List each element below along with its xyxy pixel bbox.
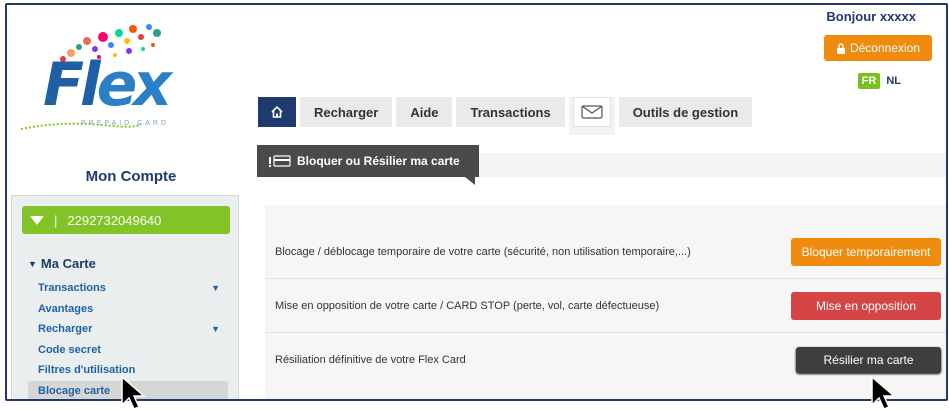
- tab-mail-box: [572, 97, 611, 127]
- sidebar-item-label: Transactions: [38, 282, 106, 295]
- sidebar-item-code-secret[interactable]: Code secret: [38, 340, 228, 361]
- language-switcher: FR NL: [857, 73, 903, 89]
- sidebar-item-label: Recharger: [38, 323, 93, 336]
- main-tabs: Recharger Aide Transactions Outils de ge…: [258, 97, 753, 135]
- content-area: Blocage / déblocage temporaire de votre …: [265, 205, 946, 399]
- row-text: Blocage / déblocage temporaire de votre …: [275, 245, 691, 258]
- row-blocage-temporaire: Blocage / déblocage temporaire de votre …: [265, 225, 946, 279]
- card-selector[interactable]: | 2292732049640: [22, 206, 230, 234]
- page-frame: Flex PREPAID CARD Bonjour xxxxx Déconnex…: [5, 3, 948, 401]
- tab-recharger[interactable]: Recharger: [300, 97, 393, 127]
- mouse-pointer-icon: [871, 375, 897, 410]
- logout-button[interactable]: Déconnexion: [824, 35, 932, 61]
- row-text: Résiliation définitive de votre Flex Car…: [275, 354, 466, 366]
- row-resiliation: Résiliation définitive de votre Flex Car…: [265, 333, 946, 387]
- chevron-down-icon: ▼: [211, 283, 220, 294]
- sidebar: | 2292732049640 ▼ Ma Carte Transactions ▼…: [11, 195, 239, 399]
- card-block-icon: [269, 155, 291, 167]
- logo-subtitle: PREPAID CARD: [81, 120, 169, 127]
- home-icon: [271, 105, 283, 118]
- lock-icon: [836, 42, 845, 54]
- card-number: 2292732049640: [67, 212, 162, 228]
- tab-outils[interactable]: Outils de gestion: [618, 97, 753, 127]
- tab-aide[interactable]: Aide: [396, 97, 453, 127]
- tab-messages[interactable]: [568, 97, 615, 135]
- tab-home[interactable]: [258, 97, 296, 127]
- row-opposition: Mise en opposition de votre carte / CARD…: [265, 279, 946, 333]
- mouse-pointer-icon: [121, 375, 147, 410]
- lang-fr[interactable]: FR: [857, 73, 881, 89]
- chevron-down-icon: ▼: [211, 324, 220, 335]
- sidebar-item-label: Avantages: [38, 302, 94, 315]
- subtab-label: Bloquer ou Résilier ma carte: [297, 154, 460, 168]
- logo-wordmark: Flex: [43, 50, 172, 120]
- caret-down-small-icon: ▼: [28, 258, 37, 269]
- mise-en-opposition-button[interactable]: Mise en opposition: [791, 291, 941, 320]
- sidebar-item-label: Code secret: [38, 343, 101, 356]
- caret-down-icon: [30, 215, 44, 225]
- subtab-bloquer-resilier[interactable]: Bloquer ou Résilier ma carte: [257, 145, 479, 177]
- sidebar-section-ma-carte[interactable]: ▼ Ma Carte: [28, 256, 96, 271]
- tab-transactions[interactable]: Transactions: [456, 97, 565, 127]
- subtab-notch: [465, 177, 475, 185]
- card-separator: |: [54, 212, 58, 228]
- subtab-bar: [479, 153, 946, 177]
- sidebar-title: Mon Compte: [85, 168, 177, 185]
- flex-logo[interactable]: Flex PREPAID CARD: [21, 19, 172, 139]
- section-label: Ma Carte: [40, 256, 96, 271]
- envelope-icon: [581, 105, 603, 119]
- bloquer-temporairement-button[interactable]: Bloquer temporairement: [791, 237, 941, 266]
- resilier-carte-button[interactable]: Résilier ma carte: [796, 347, 941, 373]
- lang-nl[interactable]: NL: [884, 73, 903, 89]
- sidebar-item-transactions[interactable]: Transactions ▼: [38, 278, 228, 299]
- sidebar-item-label: Blocage carte: [38, 384, 111, 397]
- sidebar-item-recharger[interactable]: Recharger ▼: [38, 319, 228, 340]
- logout-label: Déconnexion: [849, 41, 921, 55]
- row-text: Mise en opposition de votre carte / CARD…: [275, 299, 660, 312]
- greeting-text: Bonjour xxxxx: [826, 9, 916, 24]
- sidebar-item-avantages[interactable]: Avantages: [38, 299, 228, 320]
